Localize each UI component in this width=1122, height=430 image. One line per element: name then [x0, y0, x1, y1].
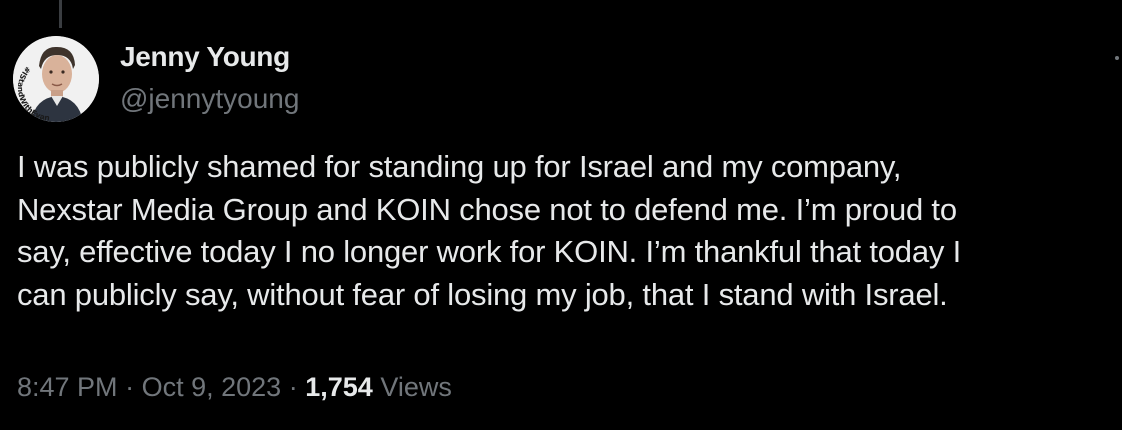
tweet-metadata: 8:47 PM · Oct 9, 2023 · 1,754 Views [17, 372, 452, 403]
tweet-text-line: I was publicly shamed for standing up fo… [17, 149, 902, 184]
author-handle[interactable]: @jennytyoung [120, 83, 299, 115]
more-options-icon[interactable] [1112, 48, 1122, 68]
views-count: 1,754 [305, 372, 373, 402]
tweet-text-line: Nexstar Media Group and KOIN chose not t… [17, 191, 957, 227]
meta-separator: · [125, 372, 135, 402]
tweet-text: I was publicly shamed for standing up fo… [17, 146, 1115, 316]
tweet: #IStandWithEvan Jenny Young @jennytyoung… [0, 0, 1122, 430]
meta-separator: · [288, 372, 298, 402]
tweet-date[interactable]: Oct 9, 2023 [142, 372, 282, 402]
tweet-text-line: can publicly say, without fear of losing… [17, 276, 948, 312]
author-display-name[interactable]: Jenny Young [120, 41, 290, 73]
views-label: Views [380, 372, 452, 402]
tweet-time[interactable]: 8:47 PM [17, 372, 118, 402]
tweet-text-line: say, effective today I no longer work fo… [17, 234, 961, 269]
avatar[interactable]: #IStandWithEvan [13, 36, 99, 122]
